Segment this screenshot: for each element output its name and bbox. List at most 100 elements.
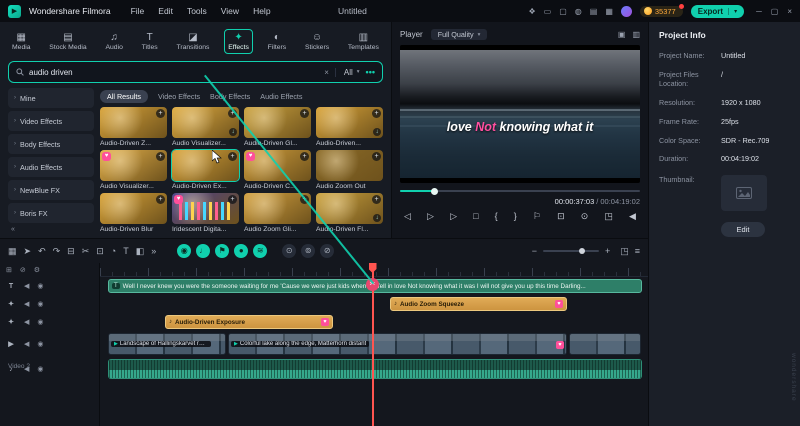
effect-thumbnail[interactable]: + ↓ xyxy=(316,107,383,138)
audio-waveform-clip[interactable] xyxy=(108,359,642,379)
fit-timeline-button[interactable]: ◳ xyxy=(620,246,629,257)
visibility-icon[interactable]: ◉ xyxy=(37,318,43,326)
visibility-icon[interactable]: ◉ xyxy=(37,340,43,348)
add-to-timeline-icon[interactable]: + xyxy=(300,109,309,118)
mute-all-button[interactable]: ⊘ xyxy=(320,244,335,258)
crop-button[interactable]: ⊡ xyxy=(557,211,565,222)
text-tool-button[interactable]: T xyxy=(123,246,129,256)
visibility-icon[interactable]: ◉ xyxy=(37,300,43,308)
visibility-icon[interactable]: ◉ xyxy=(37,282,43,290)
category-boris-fx[interactable]: › Boris FX xyxy=(8,203,94,223)
maximize-button[interactable]: ▢ xyxy=(771,7,779,16)
add-to-timeline-icon[interactable]: + xyxy=(156,195,165,204)
add-to-timeline-icon[interactable]: + xyxy=(300,152,309,161)
select-tool-button[interactable]: ➤ xyxy=(24,246,32,257)
quality-dropdown[interactable]: Full Quality ▾ xyxy=(430,29,488,40)
speed-button[interactable]: ◔ xyxy=(111,246,116,256)
redo-button[interactable]: ↷ xyxy=(53,246,61,257)
category-video-effects[interactable]: › Video Effects xyxy=(8,111,94,131)
tracks[interactable]: ✂ T Well I never knew you were the someon… xyxy=(100,263,648,426)
category-audio-effects[interactable]: › Audio Effects xyxy=(8,157,94,177)
next-frame-button[interactable]: ▷ xyxy=(450,211,457,222)
effect-item-audio-driven-c[interactable]: + ♥ Audio-Driven C... xyxy=(244,150,311,190)
search-filter-dropdown[interactable]: All ▾ xyxy=(334,67,360,77)
effect-item-audio-driven-z[interactable]: + Audio-Driven Z... xyxy=(100,107,167,147)
previous-frame-button[interactable]: ◁ xyxy=(404,211,411,222)
effect-item-audio-zoom-out[interactable]: + Audio Zoom Out xyxy=(316,150,383,190)
category-body-effects[interactable]: › Body Effects xyxy=(8,134,94,154)
menu-view[interactable]: View xyxy=(221,6,239,16)
effect-item-audio-driven-fl[interactable]: + ↓ Audio-Driven Fl... xyxy=(316,193,383,233)
zoom-slider[interactable] xyxy=(542,248,599,254)
download-icon[interactable]: ↓ xyxy=(229,128,237,136)
effect-item-audio-driven-blur[interactable]: + Audio-Driven Blur xyxy=(100,193,167,233)
zoom-in-button[interactable]: + xyxy=(605,246,610,256)
mute-icon[interactable]: ◀ xyxy=(24,340,29,348)
more-tools-button[interactable]: » xyxy=(151,246,156,256)
coin-badge[interactable]: 35377 xyxy=(639,3,684,17)
search-bar[interactable]: audio driven × All ▾ ••• xyxy=(8,61,383,83)
device-icon[interactable]: ▭ xyxy=(544,7,552,16)
add-track-button[interactable]: ⊞ xyxy=(6,266,12,274)
more-options-button[interactable]: ••• xyxy=(366,67,375,77)
avatar[interactable] xyxy=(620,5,632,17)
tab-filters[interactable]: ◐ Filters xyxy=(264,29,291,54)
category-newblue-fx[interactable]: › NewBlue FX xyxy=(8,180,94,200)
crop-button[interactable]: ⊡ xyxy=(96,246,104,257)
result-tab-all-results[interactable]: All Results xyxy=(100,89,148,103)
effect-thumbnail[interactable]: + ↓ xyxy=(316,193,383,224)
download-icon[interactable]: ↓ xyxy=(373,214,381,222)
favorite-icon[interactable]: ♥ xyxy=(246,152,255,161)
undo-button[interactable]: ↶ xyxy=(38,246,46,257)
zoom-handle[interactable] xyxy=(579,248,586,254)
mask-view-icon[interactable]: ▣ xyxy=(618,30,626,39)
keyboard-icon[interactable]: ▤ xyxy=(590,7,598,16)
marker-button[interactable]: ⚐ xyxy=(533,211,541,222)
mute-icon[interactable]: ◀ xyxy=(24,300,29,308)
effect-thumbnail[interactable]: + xyxy=(171,149,240,182)
tab-titles[interactable]: T Titles xyxy=(138,29,162,54)
preview-quality-button[interactable]: ⊚ xyxy=(301,244,316,258)
video-clip[interactable]: ▶ Landscape of Hallingskarvet ran... xyxy=(108,333,226,355)
tab-stock-media[interactable]: ▤ Stock Media xyxy=(45,29,90,54)
favorite-icon[interactable]: ♥ xyxy=(174,195,183,204)
seek-bar[interactable] xyxy=(400,187,640,195)
effect-thumbnail[interactable]: + xyxy=(100,193,167,224)
result-tab-audio-effects[interactable]: Audio Effects xyxy=(260,92,302,101)
close-button[interactable]: × xyxy=(787,7,792,16)
project-thumbnail[interactable] xyxy=(721,175,767,212)
split-at-playhead-icon[interactable]: ✂ xyxy=(366,278,379,291)
add-to-timeline-icon[interactable]: + xyxy=(228,195,237,204)
fullscreen-button[interactable]: ◳ xyxy=(604,211,613,222)
edit-button[interactable]: Edit xyxy=(721,222,765,238)
zoom-out-button[interactable]: − xyxy=(532,246,537,256)
effect-item-audio-zoom-gli[interactable]: + Audio Zoom Gli... xyxy=(244,193,311,233)
audio-driven-exposure-clip[interactable]: ♪ Audio-Driven Exposure ♥ xyxy=(165,315,333,329)
tab-transitions[interactable]: ◪ Transitions xyxy=(172,29,213,54)
category-mine[interactable]: › Mine xyxy=(8,88,94,108)
add-to-timeline-icon[interactable]: + xyxy=(372,195,381,204)
play-button[interactable]: ▷ xyxy=(427,211,434,222)
track-settings-icon[interactable]: ⚙ xyxy=(34,266,40,274)
mute-icon[interactable]: ◀ xyxy=(24,318,29,326)
effect-thumbnail[interactable]: + ♥ xyxy=(244,150,311,181)
audio-mixer-button[interactable]: ≋ xyxy=(253,244,268,258)
tab-audio[interactable]: ♫ Audio xyxy=(101,29,126,54)
mark-in-button[interactable]: { xyxy=(495,211,498,221)
mark-out-button[interactable]: } xyxy=(514,211,517,221)
effect-thumbnail[interactable]: + ♥ xyxy=(100,150,167,181)
video-preview[interactable]: love Not knowing what it xyxy=(400,45,640,183)
result-tab-video-effects[interactable]: Video Effects xyxy=(158,92,200,101)
search-input[interactable]: audio driven × xyxy=(16,68,329,77)
effect-thumbnail[interactable]: + xyxy=(316,150,383,181)
tab-effects[interactable]: ✦ Effects xyxy=(224,28,253,54)
record-voiceover-button[interactable]: ● xyxy=(234,244,249,258)
export-button[interactable]: Export ▾ xyxy=(690,4,745,18)
list-view-button[interactable]: ≡ xyxy=(635,246,640,256)
tab-media[interactable]: ▦ Media xyxy=(8,29,35,54)
minimize-button[interactable]: ─ xyxy=(756,7,762,16)
effect-thumbnail[interactable]: + xyxy=(244,193,311,224)
add-to-timeline-icon[interactable]: + xyxy=(228,109,237,118)
ai-tool-button[interactable]: ◉ xyxy=(177,244,192,258)
effect-thumbnail[interactable]: + ♥ xyxy=(172,193,239,224)
